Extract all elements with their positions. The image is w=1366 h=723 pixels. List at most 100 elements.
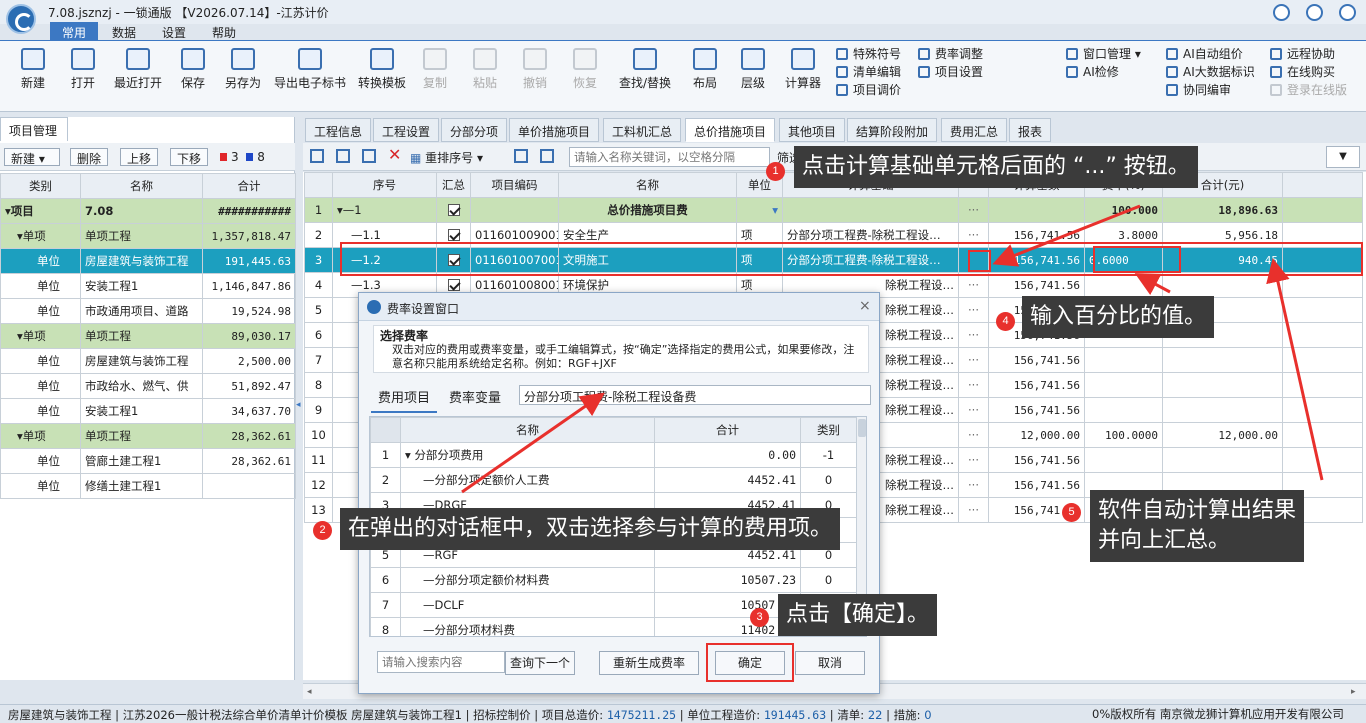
base-ellipsis-button[interactable]: ··· xyxy=(958,347,989,373)
rate-cell[interactable]: 100.0000 xyxy=(1084,422,1163,448)
base-ellipsis-button[interactable]: ··· xyxy=(958,272,989,298)
ai-check-button[interactable]: AI检修 xyxy=(1066,63,1141,81)
export-bid-button[interactable]: 导出电子标书 xyxy=(272,44,348,108)
cost-item-row[interactable]: 1 ▾ 分部分项费用 0.00 -1 xyxy=(370,442,857,468)
ai-auto-price-button[interactable]: AI自动组价 xyxy=(1166,45,1255,63)
menu-tab-data[interactable]: 数据 xyxy=(100,22,148,40)
base-ellipsis-button[interactable]: ··· xyxy=(958,322,989,348)
app-logo-icon[interactable] xyxy=(6,4,36,34)
collab-review-button[interactable]: 协同编审 xyxy=(1166,81,1255,99)
find-replace-button[interactable]: 查找/替换 xyxy=(614,44,676,108)
table-row[interactable]: 1 ▾—1 总价措施项目费 ▾ ··· 100.000 18,896.63 xyxy=(304,197,1363,223)
base-ellipsis-button[interactable]: ··· xyxy=(958,372,989,398)
tab-division-items[interactable]: 分部分项 xyxy=(441,118,508,142)
rate-cell[interactable] xyxy=(1084,447,1163,473)
indent-icon[interactable] xyxy=(362,149,376,163)
menu-tab-settings[interactable]: 设置 xyxy=(150,22,198,40)
base-ellipsis-button[interactable]: ··· xyxy=(958,472,989,498)
code-cell[interactable] xyxy=(470,197,559,223)
toolbar-icon-b[interactable] xyxy=(540,149,554,163)
tab-cost-items[interactable]: 费用项目 xyxy=(371,385,437,413)
tree-row[interactable]: 单位 房屋建筑与装饰工程 2,500.00 xyxy=(0,348,296,374)
tab-project-settings[interactable]: 工程设置 xyxy=(373,118,440,142)
checkbox[interactable] xyxy=(447,204,460,216)
tab-settlement[interactable]: 结算阶段附加 xyxy=(847,118,938,142)
reorder-button[interactable]: ▦ 重排序号 ▾ xyxy=(410,149,483,166)
move-up-button[interactable]: 上移 xyxy=(120,148,159,166)
formula-input[interactable]: 分部分项工程费-除税工程设备费 xyxy=(519,385,871,405)
online-login-button[interactable]: 登录在线版 xyxy=(1270,81,1347,99)
close-icon[interactable] xyxy=(1339,4,1356,21)
dialog-close-icon[interactable]: × xyxy=(859,298,871,314)
base-ellipsis-button[interactable]: ··· xyxy=(958,422,989,448)
new-node-dropdown[interactable]: 新建 ▾ xyxy=(4,148,60,166)
delete-node-button[interactable]: 删除 xyxy=(70,148,109,166)
menu-tab-common[interactable]: 常用 xyxy=(50,22,99,40)
base-ellipsis-button[interactable]: ··· xyxy=(958,297,989,323)
add-child-icon[interactable] xyxy=(336,149,350,163)
find-next-button[interactable]: 查询下一个 xyxy=(505,651,575,675)
checkbox[interactable] xyxy=(447,229,460,241)
remote-help-button[interactable]: 远程协助 xyxy=(1270,45,1347,63)
rate-adjust-button[interactable]: 费率调整 xyxy=(918,45,983,63)
tree-row[interactable]: 单位 安装工程1 1,146,847.86 xyxy=(0,273,296,299)
undo-button[interactable]: 撤销 xyxy=(512,44,558,108)
special-symbol-button[interactable]: 特殊符号 xyxy=(836,45,901,63)
price-adjust-button[interactable]: 项目调价 xyxy=(836,81,901,99)
tree-row[interactable]: 单位 管廊土建工程1 28,362.61 xyxy=(0,448,296,474)
scroll-right-icon[interactable]: ▸ xyxy=(1351,687,1356,697)
scroll-left-icon[interactable]: ◂ xyxy=(307,687,312,697)
open-button[interactable]: 打开 xyxy=(58,44,108,108)
base-ellipsis-button[interactable]: ··· xyxy=(958,397,989,423)
rate-cell[interactable] xyxy=(1084,347,1163,373)
toolbar-icon-a[interactable] xyxy=(514,149,528,163)
copy-button[interactable]: 复制 xyxy=(412,44,458,108)
recent-button[interactable]: 最近打开 xyxy=(110,44,166,108)
panel-menu-dropdown[interactable]: ▼ xyxy=(1326,146,1360,168)
tree-row[interactable]: 单位 市政给水、燃气、供 51,892.47 xyxy=(0,373,296,399)
tab-rate-variables[interactable]: 费率变量 xyxy=(449,387,501,406)
tree-row[interactable]: 单位 安装工程1 34,637.70 xyxy=(0,398,296,424)
tab-other-items[interactable]: 其他项目 xyxy=(779,118,846,142)
tree-row[interactable]: ▾单项 单项工程 28,362.61 xyxy=(0,423,296,449)
rate-cell[interactable]: 100.000 xyxy=(1084,197,1163,223)
ai-bigdata-button[interactable]: AI大数据标识 xyxy=(1166,63,1255,81)
base-cell[interactable] xyxy=(782,197,959,223)
tab-reports[interactable]: 报表 xyxy=(1009,118,1052,142)
tab-unit-measures[interactable]: 单价措施项目 xyxy=(509,118,600,142)
calculator-button[interactable]: 计算器 xyxy=(778,44,828,108)
minimize-icon[interactable] xyxy=(1273,4,1290,21)
settings-gear-icon[interactable] xyxy=(1306,4,1323,21)
base-ellipsis-button[interactable]: ··· xyxy=(958,197,989,223)
insert-icon[interactable] xyxy=(310,149,324,163)
tree-row[interactable]: ▾单项 单项工程 89,030.17 xyxy=(0,323,296,349)
rate-cell[interactable] xyxy=(1084,272,1163,298)
convert-template-button[interactable]: 转换模板 xyxy=(354,44,410,108)
new-button[interactable]: 新建 xyxy=(8,44,58,108)
list-edit-button[interactable]: 清单编辑 xyxy=(836,63,901,81)
level-button[interactable]: 层级 xyxy=(728,44,778,108)
tree-row[interactable]: ▾单项 单项工程 1,357,818.47 xyxy=(0,223,296,249)
cost-item-row[interactable]: 2 —分部分项定额价人工费 4452.41 0 xyxy=(370,467,857,493)
tree-row[interactable]: ▾项目 7.08 ########### xyxy=(0,198,296,224)
paste-button[interactable]: 粘贴 xyxy=(462,44,508,108)
layout-button[interactable]: 布局 xyxy=(680,44,730,108)
checkbox[interactable] xyxy=(447,279,460,291)
cost-item-row[interactable]: 6 —分部分项定额价材料费 10507.23 0 xyxy=(370,567,857,593)
tree-row[interactable]: 单位 房屋建筑与装饰工程 191,445.63 xyxy=(0,248,296,274)
search-input[interactable] xyxy=(569,147,770,167)
rate-cell[interactable] xyxy=(1084,397,1163,423)
summary-cell[interactable] xyxy=(436,197,471,223)
regenerate-rate-button[interactable]: 重新生成费率 xyxy=(599,651,699,675)
tab-cost-summary[interactable]: 费用汇总 xyxy=(941,118,1008,142)
tab-project-info[interactable]: 工程信息 xyxy=(305,118,372,142)
collapse-panel-icon[interactable]: ◂ xyxy=(296,400,301,410)
tab-total-measures[interactable]: 总价措施项目 xyxy=(685,118,776,142)
save-button[interactable]: 保存 xyxy=(168,44,218,108)
redo-button[interactable]: 恢复 xyxy=(562,44,608,108)
tree-row[interactable]: 单位 市政通用项目、道路 19,524.98 xyxy=(0,298,296,324)
rate-cell[interactable] xyxy=(1084,372,1163,398)
base-ellipsis-button[interactable]: ··· xyxy=(958,497,989,523)
delete-icon[interactable]: ✕ xyxy=(388,145,401,164)
tab-material-summary[interactable]: 工料机汇总 xyxy=(603,118,682,142)
